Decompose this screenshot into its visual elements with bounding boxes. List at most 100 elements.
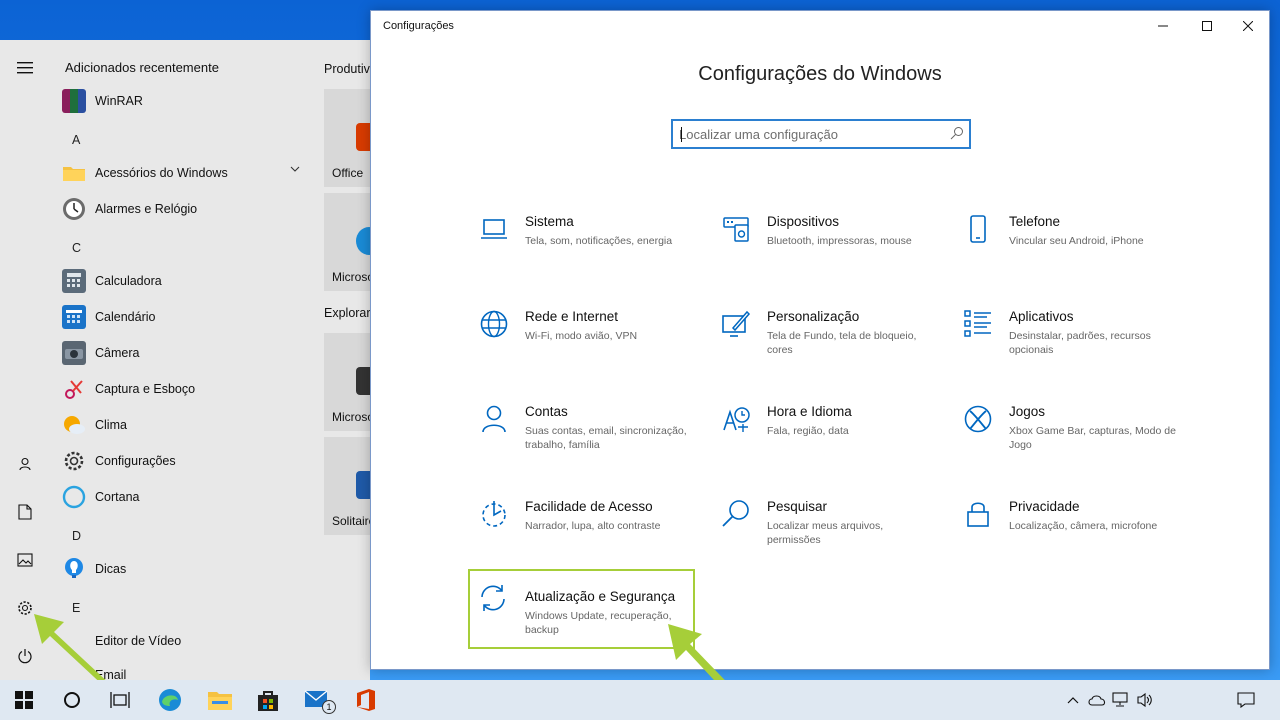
- minimize-button[interactable]: [1142, 11, 1184, 41]
- app-camera[interactable]: Câmera: [62, 335, 310, 371]
- app-label: Acessórios do Windows: [95, 166, 228, 180]
- account-button[interactable]: [0, 444, 50, 484]
- task-view-button[interactable]: [96, 680, 144, 720]
- app-label: Câmera: [95, 346, 140, 360]
- text-cursor: [681, 127, 682, 142]
- picture-icon: [17, 553, 33, 567]
- category-network[interactable]: Rede e Internet Wi-Fi, modo avião, VPN: [469, 299, 697, 379]
- category-privacy[interactable]: Privacidade Localização, câmera, microfo…: [953, 489, 1181, 569]
- taskbar-store[interactable]: [244, 680, 292, 720]
- windows-logo-icon: [15, 691, 33, 709]
- category-title: Sistema: [525, 214, 574, 229]
- network-button[interactable]: [1111, 690, 1131, 710]
- app-calendar[interactable]: Calendário: [62, 299, 310, 335]
- tile-label: Office: [332, 166, 364, 180]
- title-bar[interactable]: Configurações: [371, 11, 1269, 43]
- tiles-panel: Produtividade Office Microsoft Edge Expl…: [310, 40, 400, 680]
- taskbar-mail[interactable]: 1: [294, 680, 342, 720]
- close-button[interactable]: [1227, 11, 1269, 41]
- app-label: WinRAR: [95, 94, 143, 108]
- notification-icon: [1237, 692, 1255, 708]
- search-icon: [722, 500, 749, 527]
- maximize-icon: [1202, 21, 1212, 31]
- app-winrar[interactable]: WinRAR: [62, 83, 310, 119]
- app-windows-accessories[interactable]: Acessórios do Windows: [62, 155, 310, 191]
- category-description: Desinstalar, padrões, recursos opcionais: [1009, 330, 1151, 356]
- tile-group-title: Explorar: [324, 306, 371, 320]
- category-accounts[interactable]: Contas Suas contas, email, sincronização…: [469, 394, 697, 474]
- taskbar-edge[interactable]: [146, 680, 194, 720]
- taskbar-file-explorer[interactable]: [196, 680, 244, 720]
- category-search[interactable]: Pesquisar Localizar meus arquivos, permi…: [711, 489, 939, 569]
- category-title: Contas: [525, 404, 568, 419]
- category-phone[interactable]: Telefone Vincular seu Android, iPhone: [953, 204, 1181, 284]
- document-icon: [18, 504, 32, 520]
- app-cortana[interactable]: Cortana: [62, 479, 310, 515]
- paint-icon: [722, 310, 751, 337]
- office-icon: [357, 689, 375, 711]
- app-calculator[interactable]: Calculadora: [62, 263, 310, 299]
- calculator-icon: [62, 269, 86, 293]
- start-button[interactable]: [0, 680, 48, 720]
- category-title: Dispositivos: [767, 214, 840, 229]
- category-title: Facilidade de Acesso: [525, 499, 653, 514]
- app-label: Calculadora: [95, 274, 162, 288]
- tray-overflow-button[interactable]: [1063, 690, 1083, 710]
- letter-header[interactable]: D: [72, 529, 81, 543]
- app-alarms-clock[interactable]: Alarmes e Relógio: [62, 191, 310, 227]
- speaker-icon: [1137, 692, 1152, 708]
- action-center-button[interactable]: [1236, 690, 1256, 710]
- onedrive-button[interactable]: [1087, 690, 1107, 710]
- alarm-clock-icon: [62, 197, 86, 221]
- app-label: Configurações: [95, 454, 176, 468]
- apps-list-icon: [964, 310, 991, 337]
- letter-header[interactable]: C: [72, 241, 81, 255]
- search-icon[interactable]: [950, 126, 964, 140]
- taskbar-office[interactable]: [342, 680, 390, 720]
- globe-icon: [480, 310, 508, 338]
- search-box[interactable]: [671, 119, 971, 149]
- cortana-search-button[interactable]: [48, 680, 96, 720]
- category-ease-of-access[interactable]: Facilidade de Acesso Narrador, lupa, alt…: [469, 489, 697, 569]
- lock-icon: [967, 502, 989, 527]
- search-input[interactable]: [679, 125, 941, 143]
- category-personalization[interactable]: Personalização Tela de Fundo, tela de bl…: [711, 299, 939, 379]
- category-description: Vincular seu Android, iPhone: [1009, 235, 1144, 247]
- category-title: Atualização e Segurança: [525, 589, 676, 604]
- app-list: Adicionados recentemente WinRAR A Acessó…: [50, 40, 310, 680]
- pictures-button[interactable]: [0, 540, 50, 580]
- hamburger-menu-button[interactable]: [0, 48, 50, 88]
- category-description: Suas contas, email, sincronização, traba…: [525, 425, 687, 451]
- category-time-language[interactable]: Hora e Idioma Fala, região, data: [711, 394, 939, 474]
- winrar-icon: [62, 89, 86, 113]
- close-icon: [1243, 21, 1253, 31]
- chevron-up-icon: [1067, 697, 1079, 704]
- volume-button[interactable]: [1135, 690, 1155, 710]
- start-rail: [0, 40, 50, 680]
- app-weather[interactable]: Clima: [62, 407, 310, 443]
- minimize-icon: [1158, 25, 1168, 27]
- app-settings[interactable]: Configurações: [62, 443, 310, 479]
- letter-header[interactable]: A: [72, 133, 80, 147]
- category-gaming[interactable]: Jogos Xbox Game Bar, capturas, Modo de J…: [953, 394, 1181, 474]
- app-snip-sketch[interactable]: Captura e Esboço: [62, 371, 310, 407]
- maximize-button[interactable]: [1186, 11, 1228, 41]
- snip-sketch-icon: [62, 377, 86, 401]
- cortana-icon: [62, 485, 86, 509]
- category-description: Tela, som, notificações, energia: [525, 235, 673, 247]
- edge-icon: [159, 689, 181, 711]
- ease-of-access-icon: [482, 501, 506, 527]
- category-devices[interactable]: Dispositivos Bluetooth, impressoras, mou…: [711, 204, 939, 284]
- category-description: Narrador, lupa, alto contraste: [525, 520, 661, 532]
- app-tips[interactable]: Dicas: [62, 551, 310, 587]
- category-description: Fala, região, data: [767, 425, 849, 437]
- sync-icon: [481, 585, 505, 611]
- category-apps[interactable]: Aplicativos Desinstalar, padrões, recurs…: [953, 299, 1181, 379]
- folder-icon: [208, 692, 232, 710]
- category-title: Telefone: [1009, 214, 1061, 229]
- calendar-icon: [62, 305, 86, 329]
- category-update-security[interactable]: Atualização e Segurança Windows Update, …: [468, 569, 695, 649]
- start-menu: Adicionados recentemente WinRAR A Acessó…: [0, 40, 400, 680]
- category-system[interactable]: Sistema Tela, som, notificações, energia: [469, 204, 697, 284]
- documents-button[interactable]: [0, 492, 50, 532]
